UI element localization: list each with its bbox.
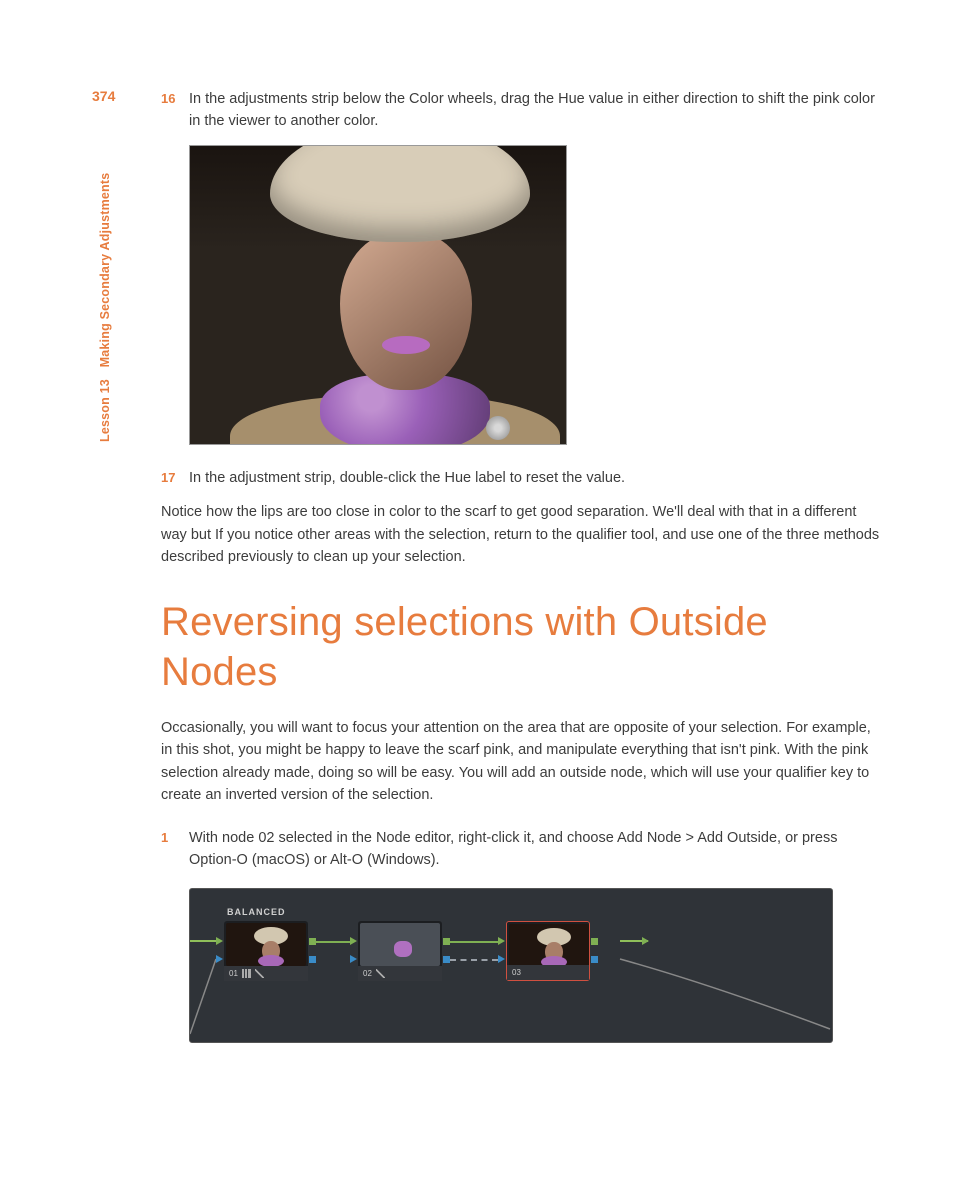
node-input-rgb-icon — [498, 937, 505, 945]
step-number: 17 — [161, 467, 189, 489]
figure-portrait — [189, 145, 881, 445]
screenshot-color-graded-portrait — [189, 145, 567, 445]
step-number: 1 — [161, 827, 189, 872]
node-thumbnail — [360, 923, 440, 966]
node-thumbnail — [226, 923, 306, 966]
node-input-alpha-icon — [350, 955, 357, 963]
connection-line — [450, 941, 498, 943]
figure-node-editor: BALANCED 01 — [189, 888, 833, 1043]
step-text: With node 02 selected in the Node editor… — [189, 827, 881, 872]
sidebar-running-head: Lesson 13 Making Secondary Adjustments — [98, 173, 112, 442]
node-output-rgb-icon — [443, 938, 450, 945]
step-1: 1 With node 02 selected in the Node edit… — [161, 827, 881, 872]
step-text: In the adjustments strip below the Color… — [189, 88, 881, 133]
lesson-title: Making Secondary Adjustments — [98, 173, 112, 368]
node-output-alpha-icon — [591, 956, 598, 963]
qualifier-icon — [376, 969, 385, 978]
bars-icon — [242, 969, 251, 978]
node-input-rgb-icon — [216, 937, 223, 945]
node-output-alpha-icon — [443, 956, 450, 963]
step-16: 16 In the adjustments strip below the Co… — [161, 88, 881, 133]
node-input-rgb-icon — [350, 937, 357, 945]
node-number: 03 — [512, 965, 521, 980]
node-03-selected: 03 — [506, 921, 590, 981]
node-output-alpha-icon — [309, 956, 316, 963]
node-output-rgb-icon — [591, 938, 598, 945]
lesson-number: Lesson 13 — [98, 379, 112, 442]
node-input-alpha-icon — [498, 955, 505, 963]
page-number: 374 — [92, 88, 115, 104]
node-01: 01 — [224, 921, 308, 981]
connection-dashed — [450, 959, 498, 961]
node-02: 02 — [358, 921, 442, 981]
step-17: 17 In the adjustment strip, double-click… — [161, 467, 881, 489]
step-text: In the adjustment strip, double-click th… — [189, 467, 881, 489]
body-paragraph: Notice how the lips are too close in col… — [161, 501, 881, 568]
connection-line — [316, 941, 350, 943]
node-output-rgb-icon — [309, 938, 316, 945]
body-paragraph: Occasionally, you will want to focus you… — [161, 717, 881, 807]
node-thumbnail — [509, 924, 589, 967]
step-number: 16 — [161, 88, 189, 133]
graph-output-rgb-icon — [642, 937, 649, 945]
node-input-alpha-icon — [216, 955, 223, 963]
section-heading: Reversing selections with Outside Nodes — [161, 597, 881, 697]
node-number: 01 — [229, 966, 238, 981]
node-number: 02 — [363, 966, 372, 981]
wand-icon — [255, 969, 264, 978]
